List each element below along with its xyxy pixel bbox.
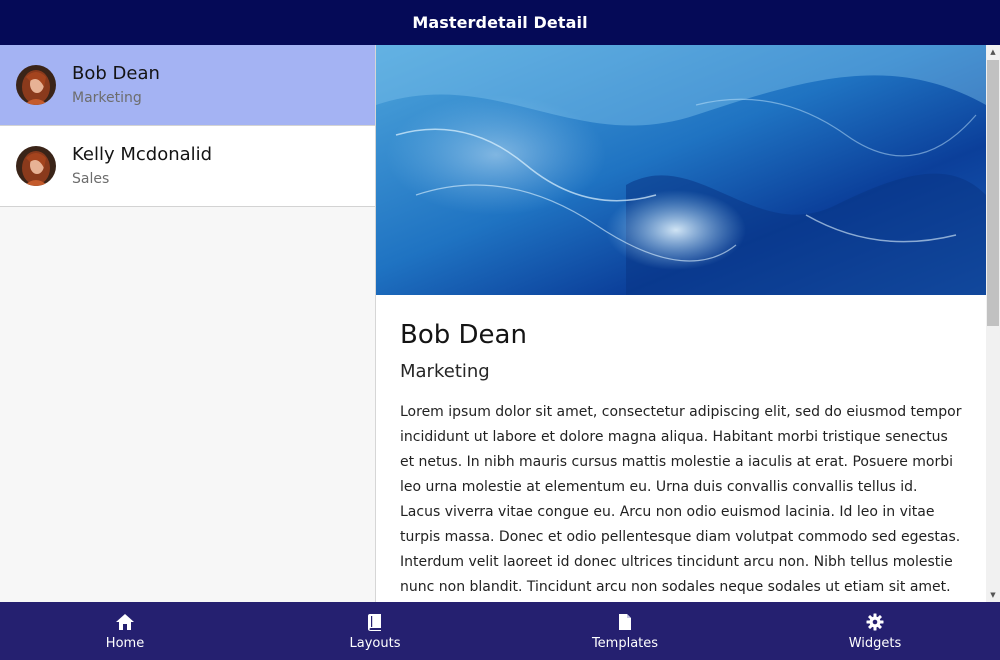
item-name: Kelly Mcdonalid: [72, 143, 213, 165]
scroll-up-arrow-icon[interactable]: ▲: [986, 45, 1000, 59]
home-icon: [115, 611, 135, 633]
nav-label: Templates: [591, 636, 659, 651]
scroll-down-arrow-icon[interactable]: ▼: [986, 588, 1000, 602]
app-header: Masterdetail Detail: [0, 0, 1000, 45]
master-list: Bob Dean Marketing Kelly Mcdonalid Sales: [0, 45, 376, 602]
book-icon: [367, 611, 383, 633]
detail-pane: Bob Dean Marketing Lorem ipsum dolor sit…: [376, 45, 986, 602]
nav-label: Widgets: [848, 636, 902, 651]
scroll-thumb[interactable]: [987, 60, 999, 326]
item-department: Sales: [72, 170, 110, 187]
nav-item-home[interactable]: Home: [0, 602, 250, 660]
document-icon: [618, 611, 632, 633]
scrollbar[interactable]: ▲ ▼: [986, 45, 1000, 602]
page-title: Masterdetail Detail: [412, 13, 588, 32]
hero-image: [376, 45, 986, 295]
avatar: [16, 146, 56, 186]
list-item-bob-dean[interactable]: Bob Dean Marketing: [0, 45, 375, 126]
nav-item-widgets[interactable]: Widgets: [750, 602, 1000, 660]
detail-name: Bob Dean: [400, 320, 527, 350]
nav-label: Home: [105, 636, 145, 651]
avatar: [16, 65, 56, 105]
gear-icon: [866, 611, 884, 633]
bottom-nav: Home Layouts Templates Widgets: [0, 602, 1000, 660]
list-item-kelly-mcdonalid[interactable]: Kelly Mcdonalid Sales: [0, 126, 375, 207]
nav-item-layouts[interactable]: Layouts: [250, 602, 500, 660]
nav-item-templates[interactable]: Templates: [500, 602, 750, 660]
item-name: Bob Dean: [72, 62, 160, 84]
item-department: Marketing: [72, 89, 142, 106]
nav-label: Layouts: [349, 636, 401, 651]
detail-department: Marketing: [400, 361, 490, 382]
detail-description: Lorem ipsum dolor sit amet, consectetur …: [400, 404, 962, 595]
